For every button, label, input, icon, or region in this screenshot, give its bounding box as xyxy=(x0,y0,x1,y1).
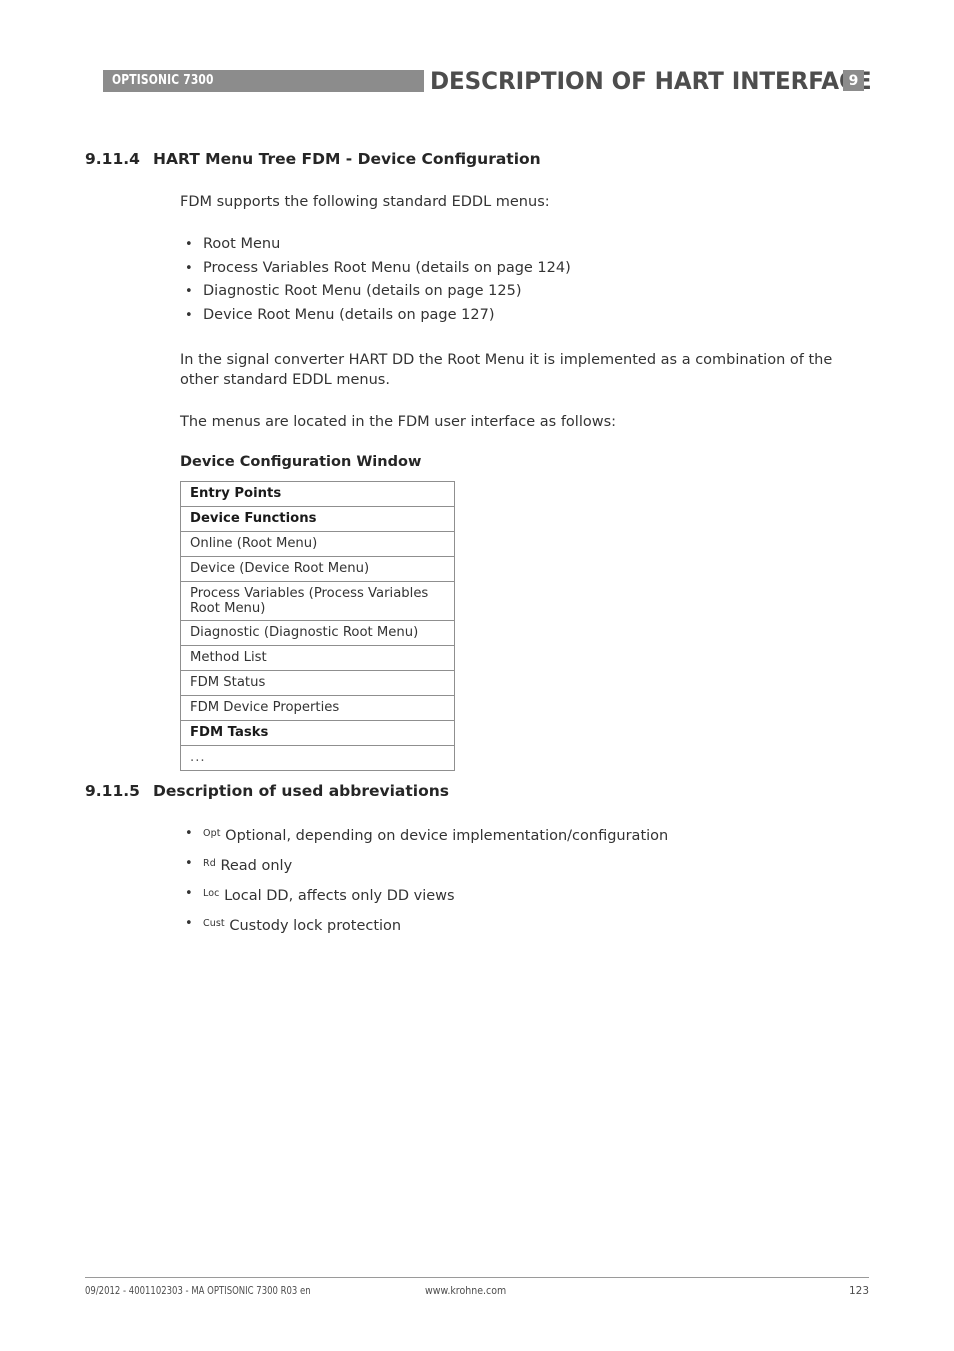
table-cell-device-functions: Device Functions xyxy=(180,506,455,532)
entry-points-table: Entry Points Device Functions Online (Ro… xyxy=(180,481,455,771)
abbreviation-text: Read only xyxy=(220,858,293,874)
table-row: Process Variables (Process Variables Roo… xyxy=(180,581,455,621)
section-title: Description of used abbreviations xyxy=(153,782,450,800)
list-item: Cust Custody lock protection xyxy=(180,910,668,940)
list-item: Device Root Menu (details on page 127) xyxy=(180,304,571,328)
table-cell-fdm-tasks: FDM Tasks xyxy=(180,720,455,746)
list-item: Process Variables Root Menu (details on … xyxy=(180,257,571,281)
abbreviation-tag: Opt xyxy=(203,828,221,839)
table-row: FDM Device Properties xyxy=(180,695,455,721)
header-title: DESCRIPTION OF HART INTERFACE xyxy=(430,67,872,95)
abbreviation-tag: Loc xyxy=(203,888,220,899)
abbreviation-text: Local DD, affects only DD views xyxy=(224,888,455,904)
page-header: OPTISONIC 7300 DESCRIPTION OF HART INTER… xyxy=(0,68,954,94)
brand-label: OPTISONIC 7300 xyxy=(112,72,214,89)
table-row: Entry Points xyxy=(180,481,455,507)
section-heading-9-11-4: 9.11.4 HART Menu Tree FDM - Device Config… xyxy=(85,150,541,168)
chapter-number-badge: 9 xyxy=(843,70,864,91)
table-row: FDM Status xyxy=(180,670,455,696)
table-row: Method List xyxy=(180,645,455,671)
table-cell-fdm-status: FDM Status xyxy=(180,670,455,696)
footer-document-id: 09/2012 - 4001102303 - MA OPTISONIC 7300… xyxy=(85,1285,311,1297)
table-row: Diagnostic (Diagnostic Root Menu) xyxy=(180,620,455,646)
section-number: 9.11.4 xyxy=(85,150,140,168)
table-cell-ellipsis: ... xyxy=(180,745,455,771)
list-item: Opt Optional, depending on device implem… xyxy=(180,820,668,850)
eddl-menu-list: Root Menu Process Variables Root Menu (d… xyxy=(180,233,571,327)
section-heading-9-11-5: 9.11.5 Description of used abbreviations xyxy=(85,782,450,800)
table-caption-device-configuration-window: Device Configuration Window xyxy=(180,454,422,470)
table-row: Device (Device Root Menu) xyxy=(180,556,455,582)
table-cell-entry-points: Entry Points xyxy=(180,481,455,507)
list-item: Root Menu xyxy=(180,233,571,257)
footer-divider xyxy=(85,1277,869,1278)
list-item: Rd Read only xyxy=(180,850,668,880)
table-cell-method-list: Method List xyxy=(180,645,455,671)
list-item: Loc Local DD, affects only DD views xyxy=(180,880,668,910)
footer-page-number: 123 xyxy=(848,1285,869,1297)
paragraph-menus-located: The menus are located in the FDM user in… xyxy=(180,414,617,430)
table-cell-device: Device (Device Root Menu) xyxy=(180,556,455,582)
paragraph-root-menu-combination: In the signal converter HART DD the Root… xyxy=(180,352,833,388)
abbreviations-list: Opt Optional, depending on device implem… xyxy=(180,820,668,940)
footer-website: www.krohne.com xyxy=(425,1285,507,1297)
table-cell-process-variables: Process Variables (Process Variables Roo… xyxy=(180,581,455,621)
table-row: FDM Tasks xyxy=(180,720,455,746)
table-cell-fdm-device-properties: FDM Device Properties xyxy=(180,695,455,721)
table-row: Device Functions xyxy=(180,506,455,532)
page-footer: 09/2012 - 4001102303 - MA OPTISONIC 7300… xyxy=(85,1284,869,1298)
abbreviation-tag: Rd xyxy=(203,858,216,869)
table-cell-diagnostic: Diagnostic (Diagnostic Root Menu) xyxy=(180,620,455,646)
table-row: ... xyxy=(180,745,455,771)
list-item: Diagnostic Root Menu (details on page 12… xyxy=(180,280,571,304)
section-title: HART Menu Tree FDM - Device Configuratio… xyxy=(153,150,541,168)
section-number: 9.11.5 xyxy=(85,782,140,800)
abbreviation-text: Optional, depending on device implementa… xyxy=(225,828,669,844)
abbreviation-tag: Cust xyxy=(203,918,225,929)
table-cell-online: Online (Root Menu) xyxy=(180,531,455,557)
intro-paragraph: FDM supports the following standard EDDL… xyxy=(180,194,550,210)
abbreviation-text: Custody lock protection xyxy=(229,918,402,934)
brand-bar: OPTISONIC 7300 xyxy=(103,70,424,92)
table-row: Online (Root Menu) xyxy=(180,531,455,557)
